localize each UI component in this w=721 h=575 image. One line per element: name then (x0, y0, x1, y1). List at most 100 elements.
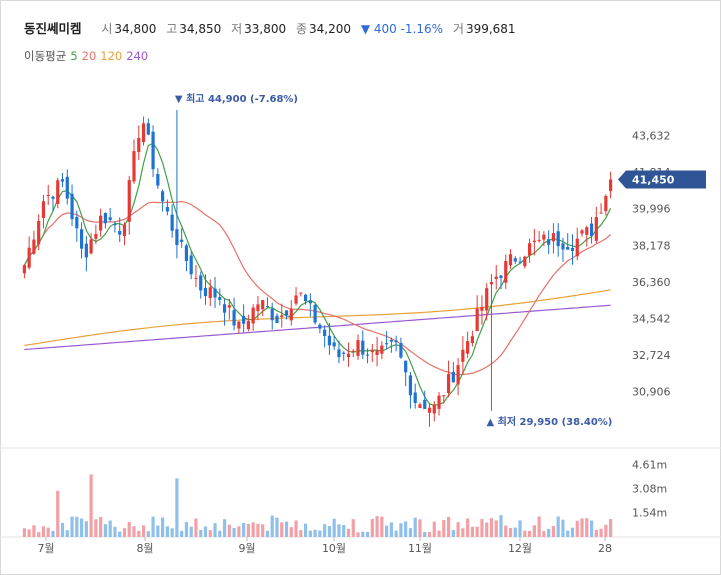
volume-bar (342, 524, 346, 537)
volume-bar (589, 520, 594, 537)
candle-body (408, 375, 413, 396)
candle-body (542, 234, 546, 240)
volume-bar (284, 521, 289, 537)
volume-bar (227, 524, 231, 537)
candle-body (27, 247, 31, 268)
volume-bar (184, 522, 189, 537)
candle-body (79, 229, 84, 249)
volume-bar (113, 526, 117, 537)
candle-body (342, 352, 346, 354)
candle-body (318, 324, 322, 329)
candle-body (404, 360, 408, 373)
candlestick-chart[interactable]: 43,63241,81439,99638,17836,36034,54232,7… (0, 0, 721, 575)
candle-body (70, 193, 74, 220)
candle-body (504, 261, 508, 283)
time-tick-label: 10월 (322, 542, 346, 555)
candle-body (332, 342, 336, 347)
volume-bar (561, 519, 565, 537)
volume-bar (275, 517, 279, 537)
volume-bar (84, 521, 88, 537)
volume-bar (489, 518, 494, 537)
volume-bar (480, 519, 484, 537)
volume-bar (404, 521, 408, 537)
volume-bar (451, 530, 455, 537)
volume-bar (137, 530, 141, 537)
candle-body (337, 349, 341, 358)
candle-body (75, 216, 79, 229)
price-tick-label: 32,724 (632, 349, 671, 362)
volume-bar (547, 528, 551, 537)
volume-bar (413, 517, 417, 537)
volume-bar (103, 524, 108, 537)
candle-body (466, 341, 470, 354)
volume-bar (60, 522, 65, 537)
volume-bar (399, 523, 403, 537)
candle-body (218, 297, 222, 300)
candle-body (265, 306, 270, 308)
candle-body (599, 212, 603, 214)
volume-bar (380, 516, 384, 537)
volume-bar (194, 518, 198, 537)
volume-bar (318, 530, 322, 537)
volume-bar (504, 525, 508, 537)
ma-120-line (24, 289, 611, 347)
volume-bar (161, 517, 165, 537)
candle-body (380, 345, 384, 354)
candle-body (275, 315, 279, 324)
candle-body (575, 238, 579, 257)
volume-bar (56, 490, 60, 537)
high-annotation: ▼ 최고 44,900 (-7.68%) (175, 92, 298, 105)
volume-bar (389, 522, 393, 537)
candle-body (446, 373, 451, 393)
volume-bar (408, 528, 413, 537)
candle-body (427, 407, 432, 413)
candle-body (270, 308, 274, 321)
volume-bar (461, 528, 465, 537)
candle-body (456, 365, 460, 385)
volume-bar (456, 522, 460, 537)
volume-bar (470, 526, 474, 537)
time-tick-label: 7월 (37, 542, 54, 555)
candle-body (222, 304, 227, 313)
candle-body (232, 310, 236, 326)
price-tick-label: 39,996 (632, 203, 671, 216)
candle-body (365, 354, 370, 356)
volume-bar (575, 520, 579, 537)
volume-bar (370, 518, 374, 537)
volume-bar (270, 515, 274, 537)
price-tick-label: 38,178 (632, 239, 671, 252)
volume-bar (570, 527, 575, 537)
volume-bar (175, 478, 179, 537)
volume-bar (385, 525, 389, 537)
volume-bar (599, 528, 603, 537)
volume-bar (51, 530, 55, 537)
candle-body (442, 395, 446, 397)
candle-body (537, 239, 541, 241)
volume-bar (222, 519, 227, 537)
volume-bar (70, 516, 74, 537)
volume-bar (89, 474, 93, 537)
candle-body (194, 277, 198, 279)
candle-body (113, 223, 117, 226)
candle-body (356, 340, 360, 356)
volume-bar (294, 520, 298, 537)
volume-bar (299, 530, 303, 537)
candle-body (547, 239, 551, 245)
volume-bar (442, 520, 446, 537)
candle-body (346, 353, 351, 358)
price-tick-label: 34,542 (632, 312, 671, 325)
volume-bar (141, 525, 146, 537)
ma-5-line (23, 142, 612, 407)
volume-bar (213, 523, 217, 537)
candle-body (508, 254, 513, 266)
volume-bar (537, 516, 541, 537)
volume-bar (237, 526, 241, 537)
volume-bar (365, 531, 370, 537)
candle-body (165, 207, 169, 212)
volume-bar (261, 524, 265, 537)
candle-body (161, 191, 165, 202)
candle-body (175, 229, 179, 246)
volume-bar (32, 525, 36, 537)
volume-bar (518, 520, 522, 537)
volume-bar (551, 526, 556, 537)
